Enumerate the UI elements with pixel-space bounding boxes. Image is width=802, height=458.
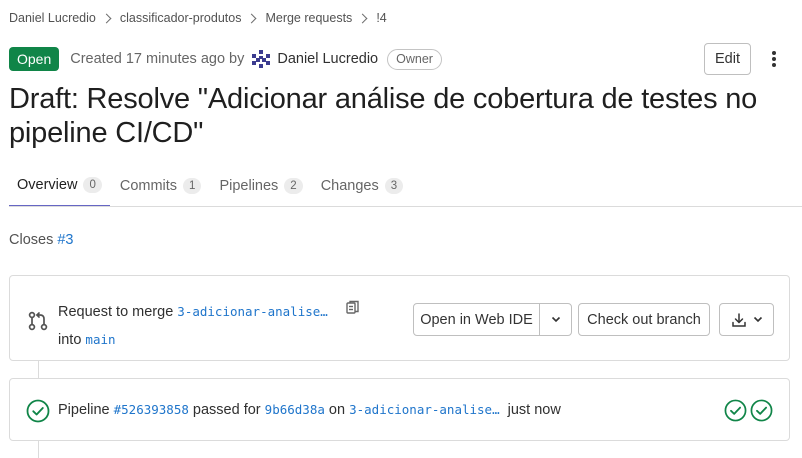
pipeline-widget: Pipeline #526393858 passed for 9b66d38a … [9, 378, 790, 441]
widget-connector [38, 361, 39, 378]
commit-sha-link[interactable]: 9b66d38a [265, 402, 325, 417]
tab-overview[interactable]: Overview 0 [9, 164, 110, 207]
tab-label: Overview [17, 176, 78, 193]
mr-header: Open Created 17 minutes ago by Daniel Lu… [9, 46, 442, 72]
pipeline-time: just now [507, 402, 561, 418]
avatar-icon [250, 48, 273, 70]
page-title: Draft: Resolve "Adicionar análise de cob… [9, 83, 758, 149]
pipeline-info: Pipeline #526393858 passed for 9b66d38a … [58, 401, 561, 419]
chevron-down-icon [551, 316, 560, 323]
stage-success-icon[interactable] [724, 399, 747, 422]
edit-button[interactable]: Edit [704, 43, 751, 75]
tab-changes[interactable]: Changes 3 [313, 164, 411, 207]
merge-info: Request to merge 3-adicionar-analise… in… [58, 298, 328, 354]
chevron-right-icon [357, 13, 368, 23]
open-web-ide-button[interactable]: Open in Web IDE [414, 304, 540, 335]
pipeline-label: Pipeline [58, 402, 110, 418]
widget-connector [38, 441, 39, 458]
passed-for-label: passed for [192, 402, 261, 418]
breadcrumb-item-project[interactable]: classificador-produtos [120, 11, 242, 25]
tab-pipelines[interactable]: Pipelines 2 [211, 164, 310, 207]
pipeline-id-link[interactable]: #526393858 [114, 402, 189, 417]
tab-count: 0 [83, 176, 102, 193]
tab-commits[interactable]: Commits 1 [112, 164, 210, 207]
chevron-down-icon [753, 316, 762, 323]
role-badge: Owner [387, 48, 442, 70]
breadcrumb-item-mr-id[interactable]: !4 [376, 11, 386, 25]
request-to-merge-label: Request to merge [58, 304, 174, 320]
tab-label: Changes [320, 177, 379, 194]
breadcrumb: Daniel Lucredio classificador-produtos M… [9, 10, 387, 26]
mr-tabs: Overview 0 Commits 1 Pipelines 2 Changes… [9, 164, 413, 207]
merge-request-widget: Request to merge 3-adicionar-analise… in… [9, 275, 790, 361]
closes-issue: Closes #3 [9, 232, 74, 248]
pipeline-stages [724, 399, 773, 422]
closes-label: Closes [9, 232, 54, 248]
tab-count: 2 [284, 177, 303, 194]
into-label: into [58, 332, 82, 348]
tab-label: Pipelines [219, 177, 279, 194]
web-ide-dropdown-toggle[interactable] [540, 304, 571, 335]
check-out-branch-button[interactable]: Check out branch [578, 303, 710, 336]
source-branch-link[interactable]: 3-adicionar-analise… [177, 304, 328, 319]
target-branch-link[interactable]: main [85, 332, 115, 347]
stage-success-icon[interactable] [750, 399, 773, 422]
avatar[interactable] [250, 48, 273, 70]
created-text: Created 17 minutes ago by [70, 51, 245, 67]
breadcrumb-item-merge-requests[interactable]: Merge requests [265, 11, 352, 25]
tab-count: 3 [384, 177, 404, 194]
tabs-divider [9, 206, 802, 207]
download-dropdown-button[interactable] [719, 303, 774, 336]
on-label: on [328, 402, 346, 418]
author-link[interactable]: Daniel Lucredio [277, 51, 378, 67]
pipeline-branch-link[interactable]: 3-adicionar-analise… [349, 402, 500, 417]
chevron-right-icon [101, 13, 112, 23]
merge-request-icon [28, 311, 48, 331]
status-badge: Open [9, 47, 60, 71]
breadcrumb-item-user[interactable]: Daniel Lucredio [9, 11, 96, 25]
more-actions-icon[interactable] [769, 49, 779, 69]
tab-count: 1 [183, 177, 202, 194]
copy-icon[interactable] [346, 300, 360, 316]
tab-label: Commits [119, 177, 178, 194]
chevron-right-icon [247, 13, 257, 23]
issue-link[interactable]: #3 [57, 232, 73, 248]
download-icon [731, 312, 746, 327]
status-success-icon[interactable] [26, 399, 50, 423]
web-ide-split-button: Open in Web IDE [413, 303, 572, 336]
